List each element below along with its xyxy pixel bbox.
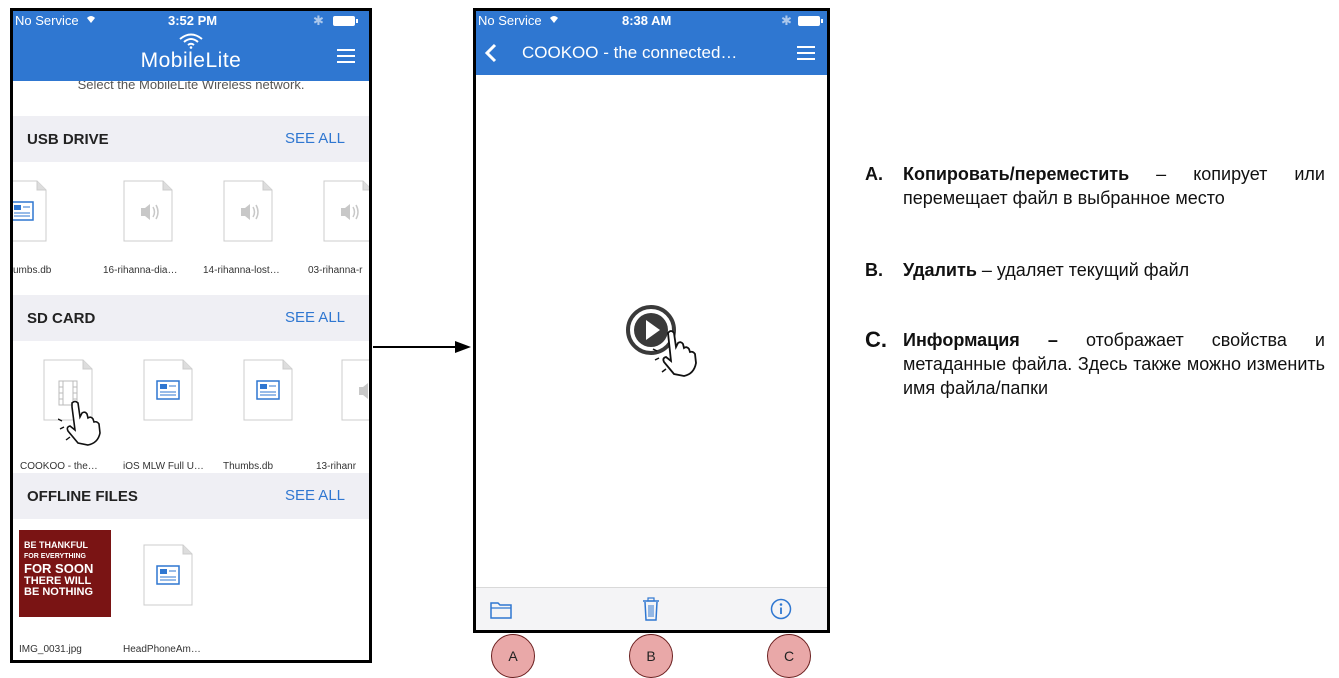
audio-file-icon bbox=[123, 180, 173, 242]
offline-files-header: OFFLINE FILES SEE ALL bbox=[13, 473, 369, 519]
tap-hand-icon bbox=[652, 330, 697, 377]
battery-icon bbox=[798, 16, 823, 26]
folder-icon[interactable] bbox=[490, 601, 512, 619]
file-name: iOS MLW Full U… bbox=[123, 461, 204, 472]
thumb-text: BE NOTHING bbox=[24, 586, 94, 598]
clock: 8:38 AM bbox=[622, 13, 672, 28]
status-bar: No Service 3:52 PM ✱ bbox=[13, 11, 369, 31]
description-b: B. Удалить – удаляет текущий файл bbox=[865, 260, 1190, 280]
document-icon bbox=[143, 544, 193, 606]
description-text: удаляет текущий файл bbox=[996, 260, 1190, 280]
file-name: 13-rihanr bbox=[316, 461, 357, 472]
offline-file-row: BE THANKFUL FOR EVERYTHING FOR SOON THER… bbox=[13, 519, 369, 659]
file-name: 14-rihanna-lost… bbox=[203, 265, 280, 276]
back-chevron-icon[interactable] bbox=[484, 43, 498, 63]
phone-screen-player: No Service 8:38 AM ✱ COOKOO - the connec… bbox=[473, 8, 830, 633]
carrier-label: No Service bbox=[15, 13, 79, 28]
section-title: USB DRIVE bbox=[27, 131, 109, 148]
section-title: OFFLINE FILES bbox=[27, 488, 138, 505]
callout-a: A bbox=[491, 634, 535, 678]
bluetooth-icon: ✱ bbox=[313, 13, 324, 28]
audio-file-icon bbox=[323, 180, 369, 242]
status-bar: No Service 8:38 AM ✱ bbox=[476, 11, 827, 31]
trash-icon[interactable] bbox=[642, 597, 660, 621]
audio-file-icon bbox=[223, 180, 273, 242]
file-name: HeadPhoneAm… bbox=[123, 644, 201, 655]
callout-b: B bbox=[629, 634, 673, 678]
menu-icon[interactable] bbox=[337, 49, 355, 63]
description-title: Удалить bbox=[903, 260, 977, 280]
bottom-toolbar bbox=[476, 587, 827, 630]
app-header: MobileLite bbox=[13, 31, 369, 81]
thumb-text: FOR SOON bbox=[24, 561, 94, 576]
play-control[interactable] bbox=[624, 303, 704, 388]
file-name: COOKOO - the… bbox=[20, 461, 98, 472]
callout-c: C bbox=[767, 634, 811, 678]
player-header: COOKOO - the connected… bbox=[476, 31, 827, 75]
sd-file-row: COOKOO - the… iOS MLW Full U… Thumbs.db bbox=[13, 341, 369, 472]
document-icon bbox=[143, 359, 193, 421]
clock: 3:52 PM bbox=[168, 13, 218, 28]
menu-icon[interactable] bbox=[797, 46, 815, 60]
file-title: COOKOO - the connected… bbox=[522, 43, 738, 62]
app-logo-text: MobileLite bbox=[140, 49, 242, 72]
file-name: 16-rihanna-dia… bbox=[103, 265, 178, 276]
usb-file-row: umbs.db 16-rihanna-dia… 14-rihanna-lost…… bbox=[13, 162, 369, 276]
bluetooth-icon: ✱ bbox=[781, 13, 792, 28]
phone-screen-home: No Service 3:52 PM ✱ MobileLite Select t… bbox=[10, 8, 372, 663]
document-icon bbox=[13, 180, 47, 242]
description-key: C. bbox=[865, 327, 887, 352]
wifi-logo-icon bbox=[179, 33, 203, 49]
file-name: 03-rihanna-r bbox=[308, 265, 363, 276]
see-all-link-offline[interactable]: SEE ALL bbox=[285, 487, 345, 504]
description-c: C. Информация – отображает свойства и ме… bbox=[865, 328, 1325, 400]
file-name: IMG_0031.jpg bbox=[19, 644, 82, 655]
info-icon[interactable] bbox=[770, 598, 792, 620]
tap-hand-icon bbox=[58, 400, 101, 446]
wifi-signal-icon bbox=[85, 13, 97, 28]
description-a: A. Копировать/переместить – копирует или… bbox=[865, 164, 1325, 208]
wifi-hint-text: Select the MobileLite Wireless network. bbox=[77, 81, 305, 92]
transition-arrow bbox=[373, 341, 471, 353]
image-thumbnail: BE THANKFUL FOR EVERYTHING FOR SOON THER… bbox=[19, 530, 111, 617]
description-title: Информация – bbox=[903, 330, 1058, 350]
description-key: B. bbox=[865, 260, 883, 280]
wifi-signal-icon bbox=[548, 13, 560, 28]
usb-drive-header: USB DRIVE SEE ALL bbox=[13, 116, 369, 162]
document-icon bbox=[243, 359, 293, 421]
section-title: SD CARD bbox=[27, 310, 96, 327]
sd-card-header: SD CARD SEE ALL bbox=[13, 295, 369, 341]
audio-file-icon bbox=[341, 359, 369, 421]
thumb-text: BE THANKFUL bbox=[24, 540, 88, 550]
description-title: Копировать/переместить bbox=[903, 164, 1130, 184]
mobilelite-logo: MobileLite bbox=[13, 33, 369, 73]
see-all-link-usb[interactable]: SEE ALL bbox=[285, 130, 345, 147]
carrier-label: No Service bbox=[478, 13, 542, 28]
see-all-link-sd[interactable]: SEE ALL bbox=[285, 309, 345, 326]
battery-icon bbox=[333, 16, 358, 26]
description-key: A. bbox=[865, 164, 883, 184]
